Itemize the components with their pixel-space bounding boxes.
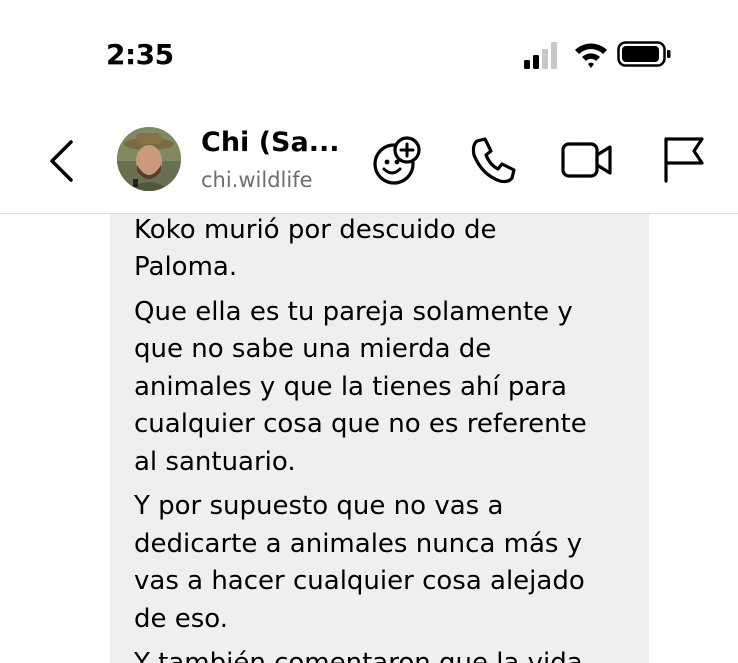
video-camera-icon: [561, 142, 612, 178]
add-emoji-button[interactable]: [370, 133, 424, 187]
contact-name[interactable]: Chi (Sa...: [201, 126, 339, 160]
add-emoji-icon: [373, 136, 421, 185]
message-paragraph: Y por supuesto que no vas a dedicarte a …: [134, 491, 585, 634]
voice-call-button[interactable]: [466, 133, 520, 187]
status-time: 2:35: [106, 38, 174, 71]
message-paragraph: Que ella es tu pareja solamente y que no…: [134, 296, 587, 477]
back-button[interactable]: [40, 136, 84, 186]
contact-username[interactable]: chi.wildlife: [201, 166, 313, 194]
avatar-image: [117, 127, 181, 191]
avatar[interactable]: [117, 127, 181, 191]
wifi-icon: [575, 43, 607, 68]
signal-icon: [524, 42, 557, 69]
conversation-header: Chi (Sa... chi.wildlife: [0, 100, 738, 214]
chevron-left-icon: [50, 140, 73, 182]
video-call-button[interactable]: [560, 133, 614, 187]
message-paragraph: instalaciones deplorables y que Koko mur…: [134, 214, 497, 283]
phone-icon: [471, 137, 516, 184]
message-thread[interactable]: instalaciones deplorables y que Koko mur…: [0, 214, 738, 663]
message-paragraph: Y también comentaron que la vida: [134, 648, 583, 663]
flag-icon: [664, 137, 704, 183]
battery-icon: [617, 41, 671, 67]
status-bar: 2:35: [0, 0, 738, 100]
report-button[interactable]: [657, 133, 711, 187]
status-icons: [520, 36, 680, 72]
message-bubble[interactable]: instalaciones deplorables y que Koko mur…: [110, 214, 649, 663]
